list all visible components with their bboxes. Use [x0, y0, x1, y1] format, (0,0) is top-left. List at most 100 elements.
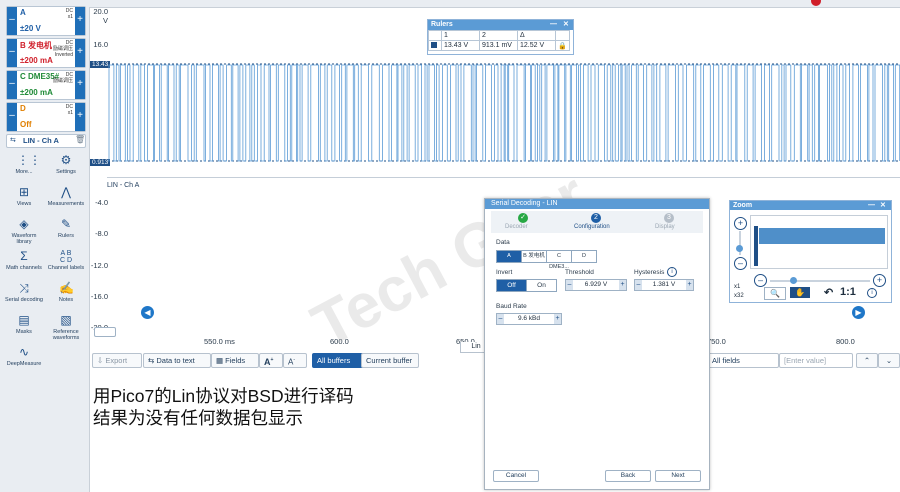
channel-d-range-up-button[interactable]: +	[75, 103, 85, 131]
tool-settings[interactable]: ⚙ Settings	[46, 154, 86, 176]
tool-waveform-library[interactable]: ◈ Waveform library	[4, 217, 44, 246]
data-label: Data	[496, 239, 510, 246]
trash-icon[interactable]: 🗑	[75, 135, 85, 144]
fields-button[interactable]: ▦ Fields	[211, 353, 259, 368]
rulers-header-cell: 1	[441, 30, 480, 41]
zoom-tool-icon[interactable]: 🔍	[764, 287, 786, 300]
minimize-icon[interactable]: —	[868, 201, 875, 210]
ruler-2-value: 913.1 mV	[479, 40, 518, 51]
horizontal-zoom-slider[interactable]	[770, 280, 870, 282]
zoom-in-vertical-button[interactable]: +	[734, 217, 747, 230]
hysteresis-decrease-button[interactable]: –	[635, 280, 642, 290]
channel-d-range-down-button[interactable]: –	[7, 103, 17, 131]
channel-c-coupling: DC 励磁调压	[52, 72, 73, 84]
chevron-up-icon[interactable]: ⌃	[856, 353, 878, 368]
channel-b-range-up-button[interactable]: +	[75, 39, 85, 67]
zoom-panel[interactable]: Zoom — ✕ + – – + x1 x32 🔍 ✋ ↶ 1:1 i	[729, 200, 892, 303]
channel-a-range-down-button[interactable]: –	[7, 7, 17, 35]
back-button[interactable]: Back	[605, 470, 651, 482]
axis-handle[interactable]	[94, 327, 116, 337]
stop-icon[interactable]	[811, 0, 821, 6]
zoom-in-horizontal-button[interactable]: +	[873, 274, 886, 287]
next-button[interactable]: Next	[655, 470, 701, 482]
zoom-out-horizontal-button[interactable]: –	[754, 274, 767, 287]
baud-rate-decrease-button[interactable]: –	[497, 314, 504, 324]
baud-rate-increase-button[interactable]: +	[554, 314, 561, 324]
zoom-out-vertical-button[interactable]: –	[734, 257, 747, 270]
data-option-a[interactable]: A	[496, 250, 522, 263]
overview-viewport[interactable]	[754, 226, 758, 266]
font-increase-button[interactable]: A+	[259, 353, 283, 368]
zoom-overview[interactable]	[750, 215, 888, 269]
decode-chip[interactable]: ⇆ LIN - Ch A 🗑	[6, 134, 86, 148]
step-configuration-label: Configuration	[574, 224, 610, 230]
info-icon[interactable]: i	[667, 267, 677, 277]
tool-reference-waveforms[interactable]: ▧ Reference waveforms	[46, 313, 86, 342]
math-icon: Σ	[20, 249, 28, 263]
channel-a-control[interactable]: – A DC x1 ±20 V +	[6, 6, 86, 36]
pan-tool-icon[interactable]: ✋	[790, 287, 810, 298]
current-buffer-button[interactable]: Current buffer	[361, 353, 419, 368]
info-icon[interactable]: i	[867, 288, 877, 298]
tool-masks[interactable]: ▤ Masks	[4, 314, 44, 336]
tool-math-channels[interactable]: Σ Math channels	[4, 249, 44, 272]
invert-off-option[interactable]: Off	[496, 279, 527, 292]
vertical-zoom-thumb[interactable]	[736, 245, 743, 252]
decode-chip-icon: ⇆	[10, 137, 16, 144]
filter-value-input[interactable]: [Enter value]	[779, 353, 853, 368]
tool-views[interactable]: ⊞ Views	[4, 186, 44, 208]
close-icon[interactable]: ✕	[880, 201, 886, 210]
tool-serial-decoding[interactable]: ⤨ Serial decoding	[4, 282, 44, 304]
rulers-panel[interactable]: Rulers — ✕ 1 2 Δ 13.43 V 913.1 mV 12.52 …	[427, 19, 574, 55]
caption-line-2: 结果为没有任何数据包显示	[93, 408, 303, 428]
minimize-icon[interactable]: —	[550, 20, 557, 30]
waveform-library-icon: ◈	[19, 217, 29, 231]
channel-b-range-down-button[interactable]: –	[7, 39, 17, 67]
channel-a-range: ±20 V	[20, 24, 41, 33]
threshold-stepper[interactable]: – 6.929 V +	[565, 279, 627, 291]
threshold-decrease-button[interactable]: –	[566, 280, 573, 290]
channel-b-control[interactable]: – B 发电机 DC 励磁调压 Inverted ±200 mA +	[6, 38, 86, 68]
tool-rulers[interactable]: ✎ Rulers	[46, 218, 86, 240]
channel-d-control[interactable]: – D DC x1 Off +	[6, 102, 86, 132]
data-to-text-button[interactable]: ⇆ Data to text	[143, 353, 211, 368]
zoom-ratio[interactable]: 1:1	[840, 286, 856, 298]
baud-rate-stepper[interactable]: – 9.6 kBd +	[496, 313, 562, 325]
tool-more[interactable]: ⋮⋮ More...	[4, 154, 44, 176]
channel-c-range-down-button[interactable]: –	[7, 71, 17, 99]
all-fields-select[interactable]: All fields	[707, 353, 779, 368]
x-tick-label: 800.0	[836, 337, 855, 346]
close-icon[interactable]: ✕	[563, 20, 569, 30]
lock-icon[interactable]: 🔒	[555, 40, 570, 51]
undo-zoom-icon[interactable]: ↶	[824, 286, 833, 299]
hysteresis-increase-button[interactable]: +	[686, 280, 693, 290]
reference-waveforms-icon: ▧	[60, 313, 72, 327]
chevron-down-icon[interactable]: ⌄	[878, 353, 900, 368]
channel-d-range: Off	[20, 120, 32, 129]
font-decrease-button[interactable]: A-	[283, 353, 307, 368]
all-buffers-button[interactable]: All buffers	[312, 353, 367, 368]
tool-channel-labels[interactable]: A BC D Channel labels	[46, 250, 86, 271]
y-tick-label: 16.0	[93, 40, 108, 49]
data-option-d[interactable]: D	[571, 250, 597, 263]
cancel-button[interactable]: Cancel	[493, 470, 539, 482]
channel-a-range-up-button[interactable]: +	[75, 7, 85, 35]
tool-deepmeasure[interactable]: ∿ DeepMeasure	[4, 346, 44, 368]
scroll-right-button[interactable]: ▶	[852, 306, 865, 319]
threshold-increase-button[interactable]: +	[619, 280, 626, 290]
tool-notes[interactable]: ✍ Notes	[46, 282, 86, 304]
horizontal-zoom-thumb[interactable]	[790, 277, 797, 284]
serial-decoding-dialog[interactable]: Serial Decoding - LIN ✓ 2 3 Decoder Conf…	[484, 198, 710, 490]
trace-pulses	[108, 64, 900, 162]
data-option-c[interactable]: C DME3...	[546, 250, 572, 270]
scroll-left-button[interactable]: ◀	[141, 306, 154, 319]
channel-c-range-up-button[interactable]: +	[75, 71, 85, 99]
hysteresis-value: 1.381 V	[652, 281, 676, 288]
export-button[interactable]: ⇩ Export	[92, 353, 142, 368]
tool-measurements[interactable]: ⋀ Measurements	[46, 186, 86, 208]
hysteresis-stepper[interactable]: – 1.381 V +	[634, 279, 694, 291]
data-option-b[interactable]: B 发电机	[521, 250, 547, 263]
channel-c-control[interactable]: – C DME35# DC 励磁调压 ±200 mA +	[6, 70, 86, 100]
invert-on-option[interactable]: On	[526, 279, 557, 292]
channel-a-label: A	[20, 8, 26, 17]
